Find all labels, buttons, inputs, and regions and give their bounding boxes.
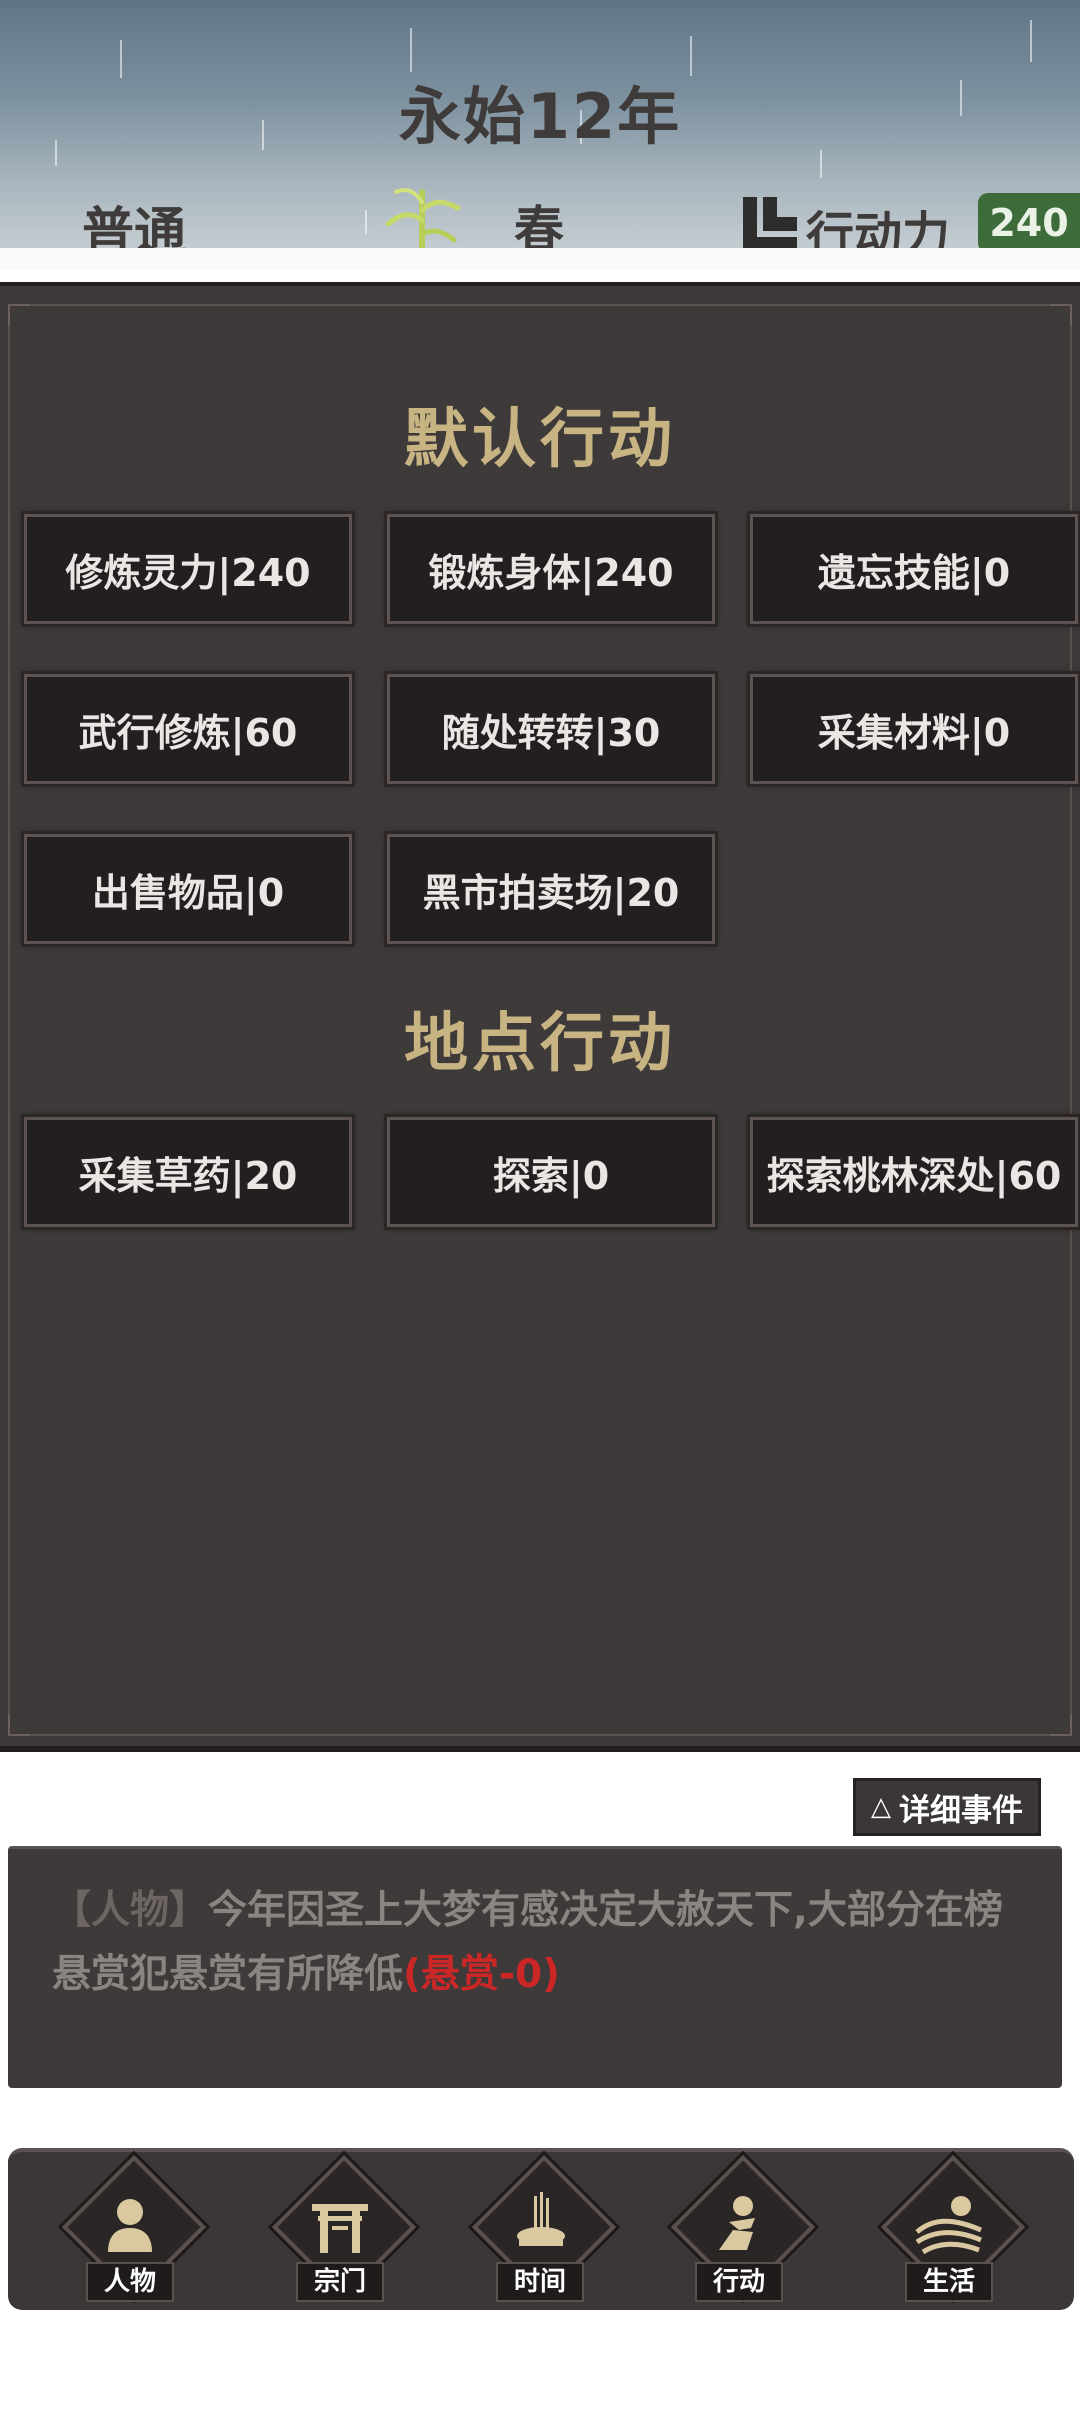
header-divider [0, 248, 1080, 270]
action-button-black-market[interactable]: 黑市拍卖场|20 [387, 834, 715, 944]
nav-item-character[interactable]: 人物 [50, 2154, 210, 2306]
landscape-icon [915, 2196, 982, 2255]
action-icon [719, 2196, 755, 2250]
event-tag: 【人物】 [52, 1888, 209, 1933]
top-status-bar: 永始12年 普通 春 行动力 240 [0, 0, 1080, 262]
action-button-martial-training[interactable]: 武行修炼|60 [24, 674, 352, 784]
action-button-forget-skill[interactable]: 遗忘技能|0 [750, 514, 1078, 624]
nav-label: 宗门 [296, 2262, 384, 2302]
bamboo-icon [385, 188, 461, 252]
action-points-badge: 240 [978, 193, 1080, 253]
action-button-explore-peach-grove[interactable]: 探索桃林深处|60 [750, 1117, 1078, 1227]
action-button-cultivate-spirit[interactable]: 修炼灵力|240 [24, 514, 352, 624]
action-button-explore[interactable]: 探索|0 [387, 1117, 715, 1227]
action-points-icon [743, 197, 797, 251]
nav-label: 人物 [86, 2262, 174, 2302]
frame-corner [8, 304, 30, 326]
event-details-button[interactable]: △ 详细事件 [853, 1778, 1041, 1836]
nav-label: 行动 [695, 2262, 783, 2302]
action-button-sell-items[interactable]: 出售物品|0 [24, 834, 352, 944]
triangle-icon: △ [871, 1792, 891, 1822]
action-button-gather-materials[interactable]: 采集材料|0 [750, 674, 1078, 784]
rain-streak [1030, 20, 1032, 62]
incense-icon [517, 2192, 565, 2246]
event-highlight: (悬赏-0) [403, 1952, 560, 1997]
action-button-gather-herbs[interactable]: 采集草药|20 [24, 1117, 352, 1227]
nav-label: 时间 [496, 2262, 584, 2302]
year-title: 永始12年 [398, 80, 682, 153]
person-icon [108, 2199, 152, 2252]
frame-corner [1050, 1714, 1072, 1736]
location-actions-title: 地点行动 [404, 1007, 676, 1081]
nav-label: 生活 [905, 2262, 993, 2302]
action-button-wander[interactable]: 随处转转|30 [387, 674, 715, 784]
frame-corner [8, 1714, 30, 1736]
event-log: 【人物】今年因圣上大梦有感决定大赦天下,大部分在榜悬赏犯悬赏有所降低(悬赏-0) [8, 1846, 1062, 2088]
nav-item-time[interactable]: 时间 [460, 2154, 620, 2306]
nav-item-sect[interactable]: 宗门 [260, 2154, 420, 2306]
gate-icon [312, 2204, 368, 2253]
rain-streak [365, 210, 367, 234]
frame-corner [1050, 304, 1072, 326]
action-button-train-body[interactable]: 锻炼身体|240 [387, 514, 715, 624]
event-details-label: 详细事件 [899, 1792, 1023, 1829]
default-actions-title: 默认行动 [404, 403, 676, 477]
nav-item-action[interactable]: 行动 [659, 2154, 819, 2306]
nav-item-life[interactable]: 生活 [869, 2154, 1029, 2306]
